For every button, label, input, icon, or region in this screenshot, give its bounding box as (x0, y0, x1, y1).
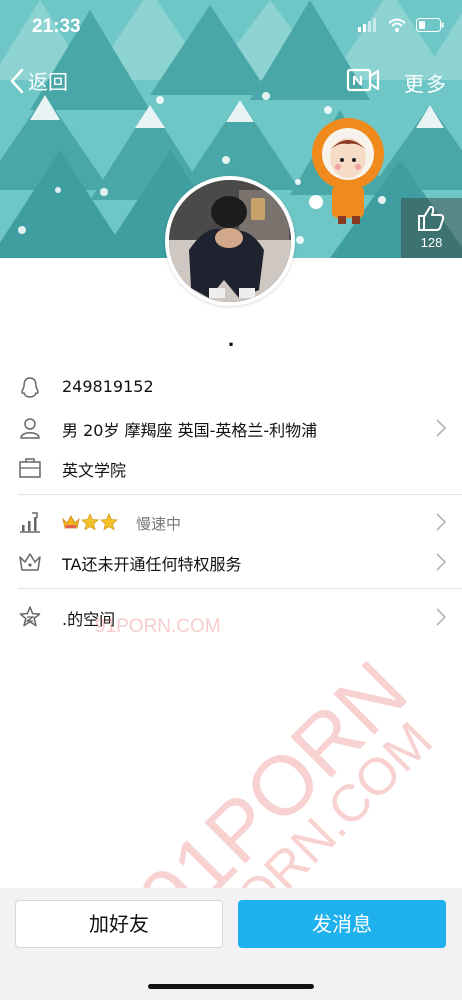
level-icon (20, 512, 40, 533)
crown-outline-icon (19, 553, 41, 571)
status-time: 21:33 (32, 16, 81, 37)
video-call-icon (346, 68, 380, 92)
privilege-row[interactable]: TA还未开通任何特权服务 (0, 542, 462, 582)
add-friend-button[interactable]: 加好友 (15, 900, 223, 948)
signal-icon (358, 18, 376, 32)
level-badges (62, 513, 118, 531)
status-bar: 21:33 (0, 0, 462, 54)
chevron-right-icon (436, 419, 446, 437)
divider (18, 588, 462, 589)
status-icons (358, 18, 444, 32)
qq-icon (21, 377, 39, 398)
crown-icon (62, 515, 80, 529)
qq-number-row: 249819152 (0, 368, 462, 408)
space-star-icon (19, 606, 41, 627)
watermark-button: 91PORN.COM (274, 932, 406, 948)
bottom-action-bar: 加好友 发消息 91PORN.COM (0, 888, 462, 1000)
star-icon (100, 513, 118, 531)
home-indicator (148, 984, 314, 989)
person-icon (20, 418, 40, 439)
chevron-right-icon (436, 608, 446, 626)
qq-number: 249819152 (62, 377, 154, 396)
chevron-right-icon (436, 513, 446, 531)
like-count: 128 (420, 235, 443, 250)
more-button[interactable]: 更多 (404, 68, 448, 97)
space-link: .的空间 (62, 610, 116, 629)
nav-bar: 返回 更多 (0, 60, 462, 104)
like-button[interactable]: 128 (401, 198, 462, 258)
basic-info-row[interactable]: 男 20岁 摩羯座 英国-英格兰-利物浦 (0, 408, 462, 448)
avatar-photo (169, 180, 291, 302)
send-message-button[interactable]: 发消息 91PORN.COM (238, 900, 446, 948)
school: 英文学院 (62, 461, 127, 480)
space-row[interactable]: .的空间 (0, 597, 462, 637)
school-row: 英文学院 (0, 448, 462, 488)
back-button[interactable]: 返回 (10, 66, 68, 95)
chevron-right-icon (436, 553, 446, 571)
basic-info: 男 20岁 摩羯座 英国-英格兰-利物浦 (62, 421, 318, 440)
level-status: 慢速中 (136, 515, 182, 533)
back-icon (10, 68, 24, 93)
video-call-button[interactable] (346, 66, 380, 98)
avatar[interactable] (165, 176, 295, 306)
briefcase-icon (19, 458, 41, 478)
divider (18, 494, 462, 495)
wifi-icon (388, 18, 406, 32)
level-row[interactable]: 慢速中 (0, 502, 462, 542)
battery-icon (416, 18, 444, 32)
like-icon (418, 205, 445, 231)
star-icon (81, 513, 99, 531)
back-label: 返回 (28, 70, 68, 94)
nickname: . (227, 330, 235, 351)
privilege-text: TA还未开通任何特权服务 (62, 555, 242, 574)
